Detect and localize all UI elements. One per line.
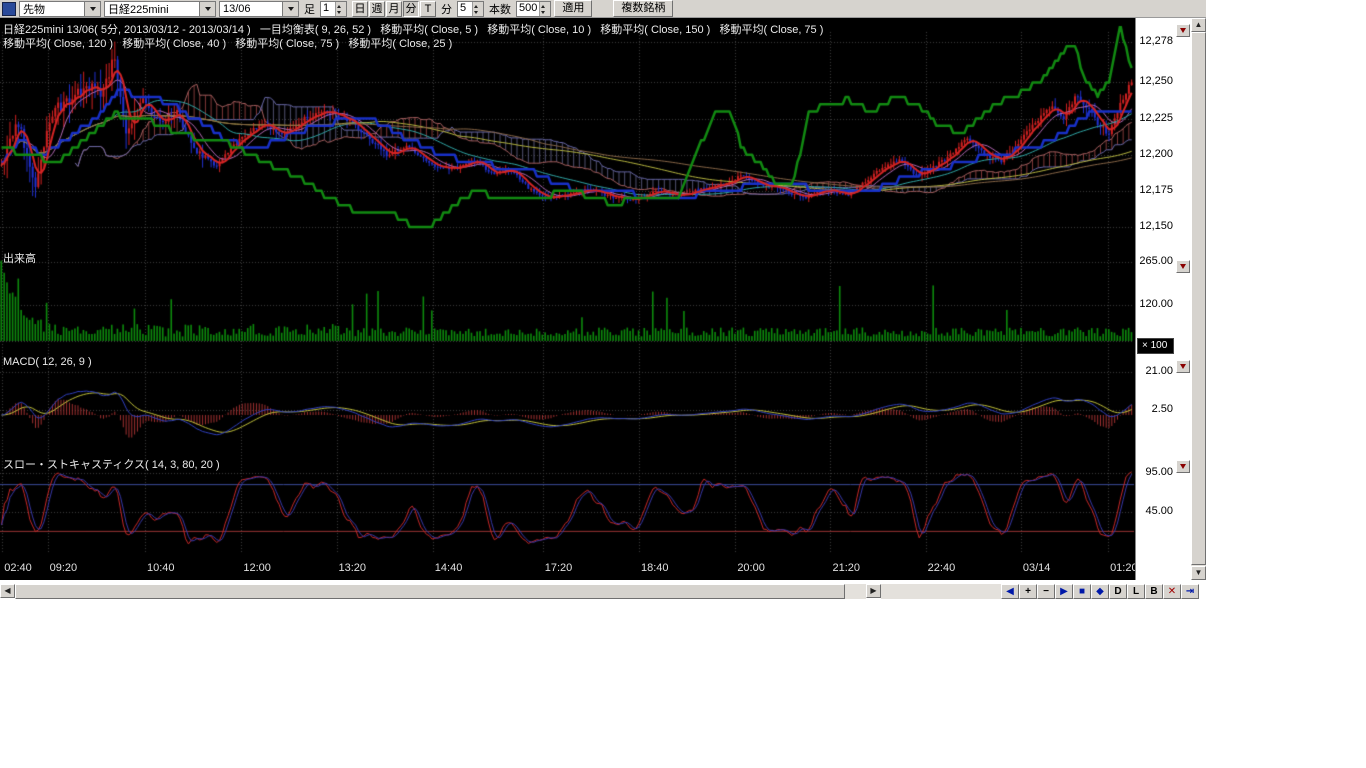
- tool-button-jump-last[interactable]: ▶: [1055, 584, 1073, 599]
- bar-multiplier-value: 1: [321, 2, 335, 16]
- bar-type-label: 足: [304, 1, 315, 17]
- panel-scale-dropdown-button[interactable]: [1176, 460, 1190, 473]
- tool-button-marker[interactable]: ◆: [1091, 584, 1109, 599]
- time-tick-label: 13:20: [339, 562, 367, 574]
- tool-button-zoom-in[interactable]: +: [1019, 584, 1037, 599]
- period-button-group: 日週月分T: [352, 1, 436, 17]
- tool-button-stop[interactable]: ■: [1073, 584, 1091, 599]
- panel-scale-dropdown-button[interactable]: [1176, 24, 1190, 37]
- secondary-scroll-track[interactable]: [881, 584, 1001, 599]
- instrument-type-select[interactable]: 先物: [19, 1, 101, 17]
- symbol-select[interactable]: 日経225mini: [104, 1, 216, 17]
- macd-tick-label: 21.00: [1136, 365, 1173, 377]
- price-tick-label: 12,150: [1136, 220, 1173, 232]
- period-button-T[interactable]: T: [420, 1, 436, 17]
- time-tick-label: 10:40: [147, 562, 175, 574]
- time-tick-label: 12:00: [243, 562, 271, 574]
- minute-interval-input[interactable]: 5: [457, 1, 484, 17]
- macd-tick-label: 2.50: [1136, 403, 1173, 415]
- period-button-分[interactable]: 分: [403, 1, 419, 17]
- tool-button-close[interactable]: ✕: [1163, 584, 1181, 599]
- contract-month-value: 13/06: [220, 3, 282, 15]
- stochastics-panel-label: スロー・ストキャスティクス( 14, 3, 80, 20 ): [3, 456, 220, 472]
- time-tick-label: 01:20: [1110, 562, 1135, 574]
- vertical-scroll-thumb[interactable]: [1191, 32, 1206, 565]
- spinner-down-icon[interactable]: [473, 9, 483, 16]
- panel-scale-dropdown-button[interactable]: [1176, 360, 1190, 373]
- time-tick-label: 17:20: [545, 562, 573, 574]
- bar-multiplier-input[interactable]: 1: [320, 1, 347, 17]
- chevron-down-icon[interactable]: [199, 2, 215, 16]
- scroll-up-button[interactable]: ▲: [1191, 18, 1206, 32]
- chart-area[interactable]: 日経225mini 13/06( 5分, 2013/03/12 - 2013/0…: [0, 18, 1135, 580]
- time-tick-label: 03/14: [1023, 562, 1051, 574]
- time-axis: 02:40 09:20 10:40 12:00 13:20 14:40 17:20 18:40…: [0, 560, 1135, 578]
- spinner-down-icon[interactable]: [336, 9, 346, 16]
- time-tick-label: 09:20: [50, 562, 78, 574]
- period-button-週[interactable]: 週: [369, 1, 385, 17]
- time-tick-label: 22:40: [928, 562, 956, 574]
- volume-panel-label: 出来高: [3, 250, 36, 266]
- chart-tool-buttons: ◀+−▶■◆DLB✕⇥: [1001, 584, 1199, 599]
- tool-button-scroll-latest[interactable]: ⇥: [1181, 584, 1199, 599]
- tool-button-mode-b[interactable]: B: [1145, 584, 1163, 599]
- panel-scale-dropdown-button[interactable]: [1176, 260, 1190, 273]
- price-tick-label: 12,225: [1136, 112, 1173, 124]
- symbol-value: 日経225mini: [105, 1, 199, 17]
- spinner-arrows: [539, 2, 550, 16]
- scroll-right-button[interactable]: ▶: [866, 584, 881, 598]
- price-tick-label: 12,200: [1136, 148, 1173, 160]
- period-button-月[interactable]: 月: [386, 1, 402, 17]
- minute-interval-value: 5: [458, 2, 472, 16]
- vertical-scrollbar[interactable]: ▲ ▼: [1191, 18, 1206, 580]
- spinner-up-icon[interactable]: [540, 2, 550, 9]
- price-tick-label: 12,175: [1136, 184, 1173, 196]
- time-tick-label: 02:40: [4, 562, 32, 574]
- chevron-down-icon[interactable]: [282, 2, 298, 16]
- time-tick-label: 21:20: [832, 562, 860, 574]
- spinner-up-icon[interactable]: [473, 2, 483, 9]
- volume-tick-label: 265.00: [1136, 255, 1173, 267]
- tool-button-mode-l[interactable]: L: [1127, 584, 1145, 599]
- period-button-日[interactable]: 日: [352, 1, 368, 17]
- macd-panel-label: MACD( 12, 26, 9 ): [3, 356, 92, 368]
- bar-count-value: 500: [517, 2, 539, 16]
- horizontal-scrollbar[interactable]: ◀ ▶ ◀+−▶■◆DLB✕⇥: [0, 584, 1206, 599]
- contract-month-select[interactable]: 13/06: [219, 1, 299, 17]
- candlestick-chart-canvas[interactable]: [0, 18, 1135, 580]
- chart-title-line2: 移動平均( Close, 120 ) 移動平均( Close, 40 ) 移動平…: [3, 35, 452, 51]
- spinner-down-icon[interactable]: [540, 9, 550, 16]
- spinner-arrows: [335, 2, 346, 16]
- scroll-down-button[interactable]: ▼: [1191, 566, 1206, 580]
- time-tick-label: 20:00: [737, 562, 765, 574]
- time-tick-label: 18:40: [641, 562, 669, 574]
- volume-tick-label: 120.00: [1136, 298, 1173, 310]
- chevron-down-icon[interactable]: [84, 2, 100, 16]
- price-tick-label: 12,278: [1136, 35, 1173, 47]
- price-tick-label: 12,250: [1136, 75, 1173, 87]
- volume-multiplier-badge: × 100: [1137, 338, 1174, 354]
- bar-count-input[interactable]: 500: [516, 1, 551, 17]
- hscroll-thumb[interactable]: [15, 584, 845, 599]
- multi-symbol-button[interactable]: 複数銘柄: [613, 0, 673, 17]
- stoch-tick-label: 95.00: [1136, 466, 1173, 478]
- bar-count-label: 本数: [489, 1, 511, 17]
- scroll-left-button[interactable]: ◀: [0, 584, 15, 598]
- main-toolbar: 先物 日経225mini 13/06 足 1 日週月分T 分 5 本数 500 …: [0, 0, 1206, 18]
- app-icon: [2, 2, 16, 16]
- minute-label: 分: [441, 1, 452, 17]
- spinner-up-icon[interactable]: [336, 2, 346, 9]
- instrument-type-value: 先物: [20, 1, 84, 17]
- tool-button-zoom-out[interactable]: −: [1037, 584, 1055, 599]
- price-axis-strip: × 100 12,278 12,250 12,225 12,200 12,175 12,1…: [1135, 18, 1191, 580]
- tool-button-mode-d[interactable]: D: [1109, 584, 1127, 599]
- spinner-arrows: [472, 2, 483, 16]
- tool-button-jump-first[interactable]: ◀: [1001, 584, 1019, 599]
- stoch-tick-label: 45.00: [1136, 505, 1173, 517]
- hscroll-track[interactable]: [15, 584, 866, 599]
- apply-button[interactable]: 適用: [554, 0, 592, 17]
- time-tick-label: 14:40: [435, 562, 463, 574]
